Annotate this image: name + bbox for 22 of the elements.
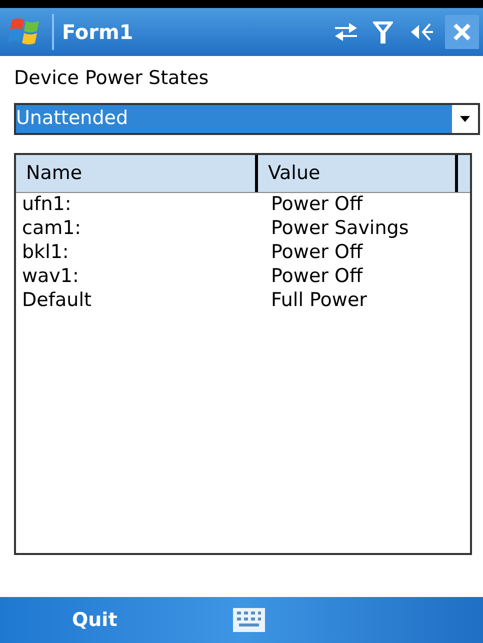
table-cell-text: Power Off <box>270 192 363 218</box>
keyboard-icon[interactable] <box>233 608 266 632</box>
signal-antenna-icon[interactable] <box>373 20 393 44</box>
window-title: Form1 <box>62 19 134 46</box>
quit-softkey[interactable]: Quit <box>72 606 118 634</box>
table-cell-text: Power Savings <box>270 216 409 242</box>
table-cell-text: Power Off <box>270 240 363 266</box>
power-state-dropdown[interactable]: Unattended <box>14 102 480 134</box>
table-cell-text: Full Power <box>270 288 367 314</box>
table-cell-text: ufn1: <box>21 192 72 218</box>
column-header[interactable]: Value <box>258 154 458 192</box>
dropdown-value: Unattended <box>16 104 452 132</box>
heading-label: Device Power States <box>14 67 209 89</box>
close-icon[interactable] <box>452 22 472 42</box>
table-cell-text: cam1: <box>21 216 82 242</box>
table-cell-text: Power Off <box>270 264 363 290</box>
table-cell-text: Default <box>21 288 92 314</box>
close-button[interactable] <box>445 15 479 49</box>
column-header[interactable]: Name <box>16 154 258 192</box>
table-cell-text: bkl1: <box>21 240 70 266</box>
connectivity-icon[interactable] <box>333 20 359 44</box>
table-cell-text: wav1: <box>21 264 80 290</box>
